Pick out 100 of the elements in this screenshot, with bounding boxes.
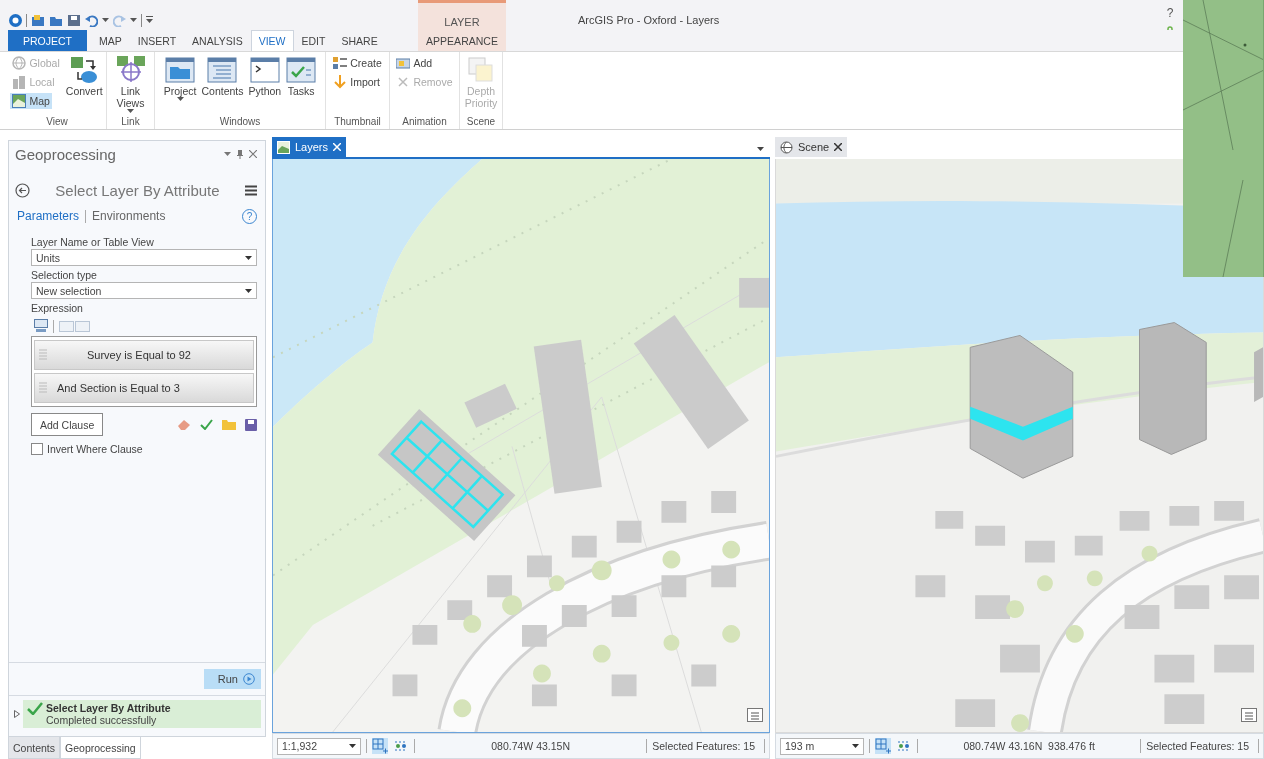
- globe-icon: [780, 140, 793, 154]
- grip-icon: [39, 382, 47, 394]
- check-icon: [200, 419, 213, 430]
- sql-icon: [34, 319, 48, 333]
- ribbon-button[interactable]: Create: [331, 55, 384, 71]
- back-icon: [15, 182, 30, 198]
- ribbon-group-label: Link: [121, 116, 140, 129]
- ribbon-button[interactable]: Import: [331, 74, 382, 90]
- link-views-icon: [115, 55, 146, 85]
- scale-field[interactable]: 1:1,932: [277, 737, 361, 755]
- dropdown-icon: [224, 152, 231, 156]
- ribbon-tab[interactable]: ANALYSIS: [184, 30, 251, 51]
- undo-icon: [85, 13, 98, 27]
- play-icon: [243, 673, 255, 685]
- customize-icon: [146, 16, 153, 24]
- ribbon-tab[interactable]: VIEW: [250, 30, 294, 51]
- snapping-icon: [896, 738, 912, 754]
- contents-window-icon: [207, 55, 238, 85]
- dock-tab[interactable]: Contents: [8, 737, 61, 759]
- new-project-icon: [31, 13, 45, 27]
- remove-icon: [396, 75, 411, 89]
- caret-icon: [245, 255, 252, 260]
- coordinates-readout: 080.74W 43.16N: [963, 740, 1043, 752]
- ribbon-button[interactable]: Add: [394, 55, 435, 71]
- add-keyframe-icon: [396, 56, 411, 70]
- expression-clause[interactable]: Survey is Equal to 92: [34, 340, 254, 370]
- clause-mode-icon: [59, 320, 91, 332]
- ribbon-tab[interactable]: EDIT: [293, 30, 334, 51]
- check-icon: [27, 702, 43, 715]
- field-label: Layer Name or Table View: [31, 236, 155, 248]
- field-label: Expression: [31, 302, 84, 314]
- elevation-readout: 938.476 ft: [1048, 740, 1095, 752]
- ribbon-button[interactable]: Python: [247, 55, 283, 97]
- caret-icon: [757, 147, 764, 151]
- ribbon-tab[interactable]: APPEARANCE: [418, 30, 506, 51]
- caret-icon: [176, 97, 184, 101]
- dropdown-field[interactable]: Units: [31, 249, 257, 266]
- snapping-icon: [393, 738, 409, 754]
- pin-icon: [237, 149, 243, 159]
- notes-icon: [747, 708, 763, 722]
- message-status: Completed successfully: [46, 714, 158, 726]
- ribbon-group-label: Windows: [219, 116, 261, 129]
- field-label: Selection type: [31, 269, 98, 281]
- ribbon-button[interactable]: Link Views: [107, 55, 154, 113]
- view-mode-button[interactable]: Map: [10, 93, 52, 109]
- help-button[interactable]: ?: [1166, 6, 1174, 20]
- map-icon: [12, 94, 27, 108]
- document-tab[interactable]: Layers: [272, 137, 347, 157]
- tool-title: Select Layer By Attribute: [54, 181, 221, 199]
- window-title: ArcGIS Pro - Oxford - Layers: [578, 14, 720, 26]
- run-button[interactable]: Run: [203, 669, 261, 689]
- document-tab[interactable]: Scene: [775, 137, 848, 157]
- ribbon-group-label: View: [46, 116, 68, 129]
- depth-priority-icon: [466, 55, 496, 85]
- map-icon: [277, 140, 290, 154]
- contextual-tab-group-label: LAYER: [444, 15, 480, 28]
- menu-icon: [245, 184, 257, 196]
- tasks-window-icon: [286, 55, 317, 85]
- list-icon: [333, 56, 348, 70]
- pane-tab[interactable]: Environments: [92, 209, 166, 223]
- close-icon: [834, 143, 843, 151]
- convert-icon: [69, 55, 100, 85]
- caret-icon: [245, 288, 252, 293]
- project-window-icon: [165, 55, 196, 85]
- app-logo-icon: [9, 13, 22, 27]
- ribbon-button[interactable]: Tasks: [285, 55, 318, 97]
- selected-features-count: Selected Features: 15: [652, 740, 756, 752]
- caret-icon: [130, 18, 137, 22]
- add-clause-button[interactable]: Add Clause: [31, 413, 104, 436]
- save-icon: [67, 13, 81, 27]
- scale-field[interactable]: 193 m: [780, 737, 864, 755]
- coordinates-readout: 080.74W 43.15N: [491, 740, 571, 752]
- ribbon-group-label: Animation: [402, 116, 447, 129]
- eraser-icon: [177, 418, 191, 431]
- grid-add-icon: [875, 738, 891, 754]
- ribbon-tab[interactable]: MAP: [91, 30, 130, 51]
- globe-icon: [12, 56, 27, 70]
- ribbon-tab[interactable]: SHARE: [333, 30, 386, 51]
- ribbon-button[interactable]: Project: [162, 55, 198, 101]
- invert-where-checkbox[interactable]: Invert Where Clause: [31, 443, 257, 455]
- close-icon: [333, 143, 342, 151]
- caret-icon: [102, 18, 109, 22]
- pane-title: Geoprocessing: [15, 145, 117, 163]
- ribbon-tab[interactable]: PROJECT: [8, 30, 87, 51]
- ribbon-tab[interactable]: INSERT: [129, 30, 185, 51]
- buildings-icon: [12, 75, 27, 89]
- folder-icon: [222, 419, 236, 430]
- notes-icon: [1241, 708, 1257, 722]
- dock-tab[interactable]: Geoprocessing: [60, 737, 141, 759]
- message-title: Select Layer By Attribute: [46, 702, 171, 714]
- python-window-icon: [249, 55, 280, 85]
- caret-icon: [127, 109, 134, 113]
- pane-tab[interactable]: Parameters: [17, 209, 80, 223]
- dropdown-field[interactable]: New selection: [31, 282, 257, 299]
- caret-icon: [349, 744, 356, 748]
- ribbon-button[interactable]: Convert: [64, 55, 104, 97]
- selected-features-count: Selected Features: 15: [1146, 740, 1250, 752]
- expression-clause[interactable]: And Section is Equal to 3: [34, 373, 254, 403]
- ribbon-button[interactable]: Contents: [200, 55, 245, 97]
- ribbon-group-label: Thumbnail: [334, 116, 381, 129]
